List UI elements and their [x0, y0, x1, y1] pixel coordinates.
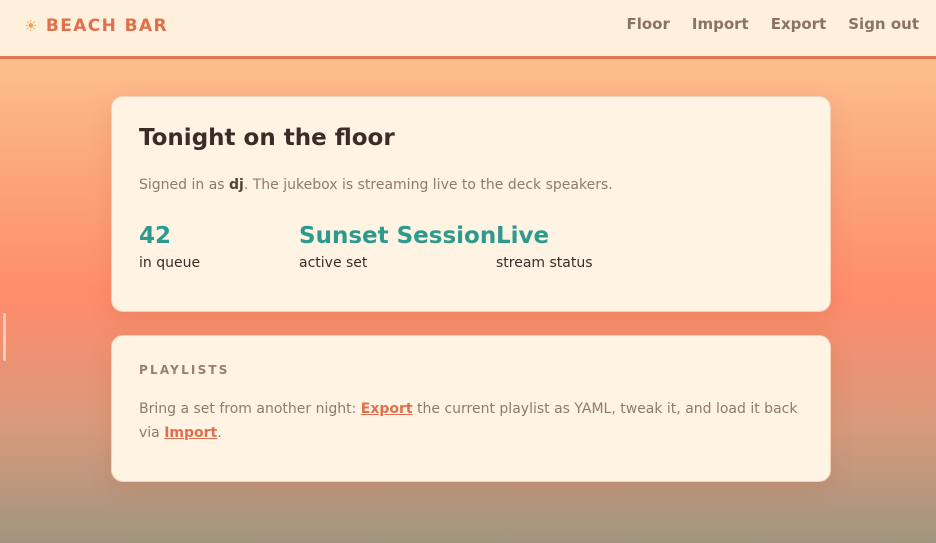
stream-status-value: Live [496, 223, 550, 249]
playlists-text-1: Bring a set from another night: [139, 401, 361, 417]
playlists-heading: PLAYLISTS [139, 363, 230, 377]
username: dj [229, 177, 244, 193]
scroll-indicator [3, 313, 6, 361]
nav-floor[interactable]: Floor [626, 15, 669, 33]
import-link[interactable]: Import [164, 425, 217, 441]
stream-status-label: stream status [496, 255, 593, 271]
signed-in-suffix: . The jukebox is streaming live to the d… [243, 177, 613, 193]
page-title: Tonight on the floor [139, 125, 395, 151]
stat-stream-status: Live stream status [496, 223, 593, 271]
main-nav: Floor Import Export Sign out [626, 15, 919, 33]
export-link[interactable]: Export [361, 401, 413, 417]
nav-import[interactable]: Import [692, 15, 749, 33]
signed-in-text: Signed in as dj. The jukebox is streamin… [139, 177, 613, 193]
summary-card: Tonight on the floor Signed in as dj. Th… [111, 96, 831, 312]
playlists-card: PLAYLISTS Bring a set from another night… [111, 335, 831, 482]
playlists-text-3: . [217, 425, 222, 441]
stat-active-set: Sunset Session active set [299, 223, 496, 271]
active-set-value: Sunset Session [299, 223, 497, 249]
queue-label: in queue [139, 255, 201, 271]
signed-in-prefix: Signed in as [139, 177, 230, 193]
stat-queue: 42 in queue [139, 223, 200, 271]
playlists-description: Bring a set from another night: Export t… [139, 397, 809, 445]
nav-sign-out[interactable]: Sign out [848, 15, 919, 33]
nav-export[interactable]: Export [771, 15, 827, 33]
active-set-label: active set [299, 255, 368, 271]
brand[interactable]: ☀ BEACH BAR [24, 14, 168, 38]
sun-icon: ☀ [24, 17, 39, 35]
queue-count: 42 [139, 223, 172, 249]
brand-name: BEACH BAR [45, 16, 169, 36]
top-bar: ☀ BEACH BAR Floor Import Export Sign out [0, 0, 936, 59]
